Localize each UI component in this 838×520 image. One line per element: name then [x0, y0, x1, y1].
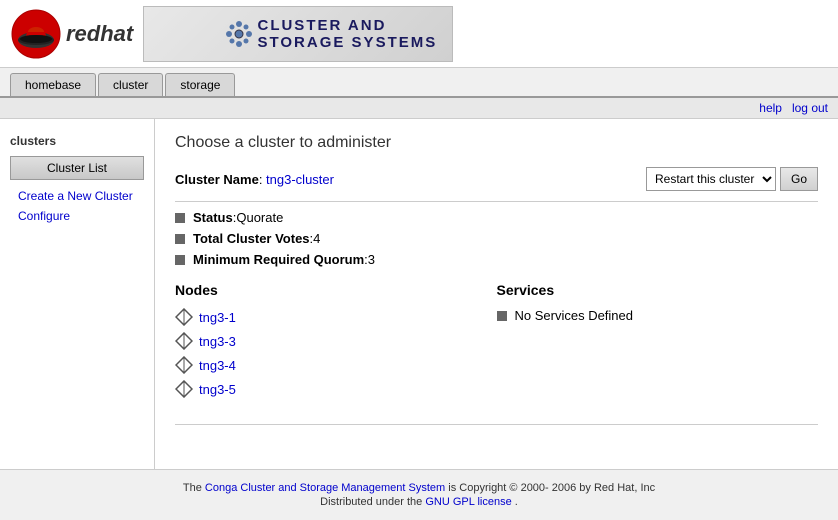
quorum-value: 3 — [368, 252, 375, 267]
footer-prefix: The — [183, 482, 202, 494]
footer-line-2: Distributed under the GNU GPL license . — [10, 496, 828, 508]
list-item: tng3-5 — [175, 380, 497, 398]
main-layout: clusters Cluster List Create a New Clust… — [0, 119, 838, 469]
node-link[interactable]: tng3-5 — [199, 382, 236, 397]
quorum-label: Minimum Required Quorum — [193, 252, 364, 267]
go-button[interactable]: Go — [780, 167, 818, 191]
footer-line-1: The Conga Cluster and Storage Management… — [10, 482, 828, 494]
node-icon — [175, 380, 193, 398]
redhat-wordmark: redhat — [66, 21, 133, 47]
logout-link[interactable]: log out — [792, 101, 828, 115]
cluster-name-colon: : — [259, 172, 266, 187]
footer-copyright: is Copyright © 2000- 2006 by — [448, 482, 591, 494]
utility-bar: help log out — [0, 98, 838, 119]
node-link[interactable]: tng3-3 — [199, 334, 236, 349]
tab-cluster[interactable]: cluster — [98, 73, 163, 96]
list-item: tng3-4 — [175, 356, 497, 374]
conga-link[interactable]: Conga Cluster and Storage Management Sys… — [205, 482, 445, 494]
no-services-text: No Services Defined — [515, 308, 634, 323]
logo-area: redhat — [0, 8, 133, 60]
cluster-list-button[interactable]: Cluster List — [10, 156, 144, 180]
tab-storage[interactable]: storage — [165, 73, 235, 96]
votes-row: Total Cluster Votes: 4 — [175, 231, 818, 246]
page-header: redhat CLUSTER AND STORAGE SYSTEMS — [0, 0, 838, 68]
nodes-title: Nodes — [175, 282, 497, 298]
footer-license-prefix: Distributed under the — [320, 496, 422, 508]
status-label: Status — [193, 210, 233, 225]
configure-link[interactable]: Configure — [10, 206, 144, 226]
footer-license-suffix: . — [515, 496, 518, 508]
status-value: Quorate — [236, 210, 283, 225]
divider — [175, 201, 818, 202]
nav-bar: homebase cluster storage — [0, 68, 838, 98]
redhat-hat-icon — [10, 8, 62, 60]
votes-value: 4 — [313, 231, 320, 246]
footer: The Conga Cluster and Storage Management… — [0, 469, 838, 520]
service-bullet — [497, 311, 507, 321]
create-cluster-link[interactable]: Create a New Cluster — [10, 186, 144, 206]
status-row: Status: Quorate — [175, 210, 818, 225]
content-area: Choose a cluster to administer Cluster N… — [155, 119, 838, 469]
gpl-link[interactable]: GNU GPL license — [425, 496, 511, 508]
restart-select[interactable]: Restart this cluster — [646, 167, 776, 191]
list-item: tng3-3 — [175, 332, 497, 350]
banner-icon — [221, 16, 257, 52]
status-bullet — [175, 213, 185, 223]
cluster-name-label: Cluster Name — [175, 172, 259, 187]
nodes-column: Nodes tng3-1 tng3-3 — [175, 282, 497, 404]
list-item: tng3-1 — [175, 308, 497, 326]
redhat-logo: redhat — [10, 8, 133, 60]
banner-title: CLUSTER AND STORAGE SYSTEMS — [257, 17, 437, 51]
cluster-header: Cluster Name: tng3-cluster Restart this … — [175, 167, 818, 191]
two-column-section: Nodes tng3-1 tng3-3 — [175, 282, 818, 404]
node-link[interactable]: tng3-4 — [199, 358, 236, 373]
tab-homebase[interactable]: homebase — [10, 73, 96, 96]
node-icon — [175, 308, 193, 326]
votes-label: Total Cluster Votes — [193, 231, 310, 246]
node-icon — [175, 356, 193, 374]
cluster-name-value: tng3-cluster — [266, 172, 334, 187]
services-title: Services — [497, 282, 819, 298]
cluster-actions: Restart this cluster Go — [646, 167, 818, 191]
quorum-row: Minimum Required Quorum: 3 — [175, 252, 818, 267]
services-column: Services No Services Defined — [497, 282, 819, 404]
votes-bullet — [175, 234, 185, 244]
quorum-bullet — [175, 255, 185, 265]
cluster-name-display: Cluster Name: tng3-cluster — [175, 172, 334, 187]
help-link[interactable]: help — [759, 101, 782, 115]
footer-company: Red Hat, Inc — [594, 482, 655, 494]
banner: CLUSTER AND STORAGE SYSTEMS — [143, 6, 453, 62]
node-link[interactable]: tng3-1 — [199, 310, 236, 325]
node-icon — [175, 332, 193, 350]
no-services-item: No Services Defined — [497, 308, 819, 323]
page-title: Choose a cluster to administer — [175, 134, 818, 152]
sidebar: clusters Cluster List Create a New Clust… — [0, 119, 155, 469]
bottom-divider — [175, 424, 818, 425]
sidebar-title: clusters — [10, 134, 144, 148]
